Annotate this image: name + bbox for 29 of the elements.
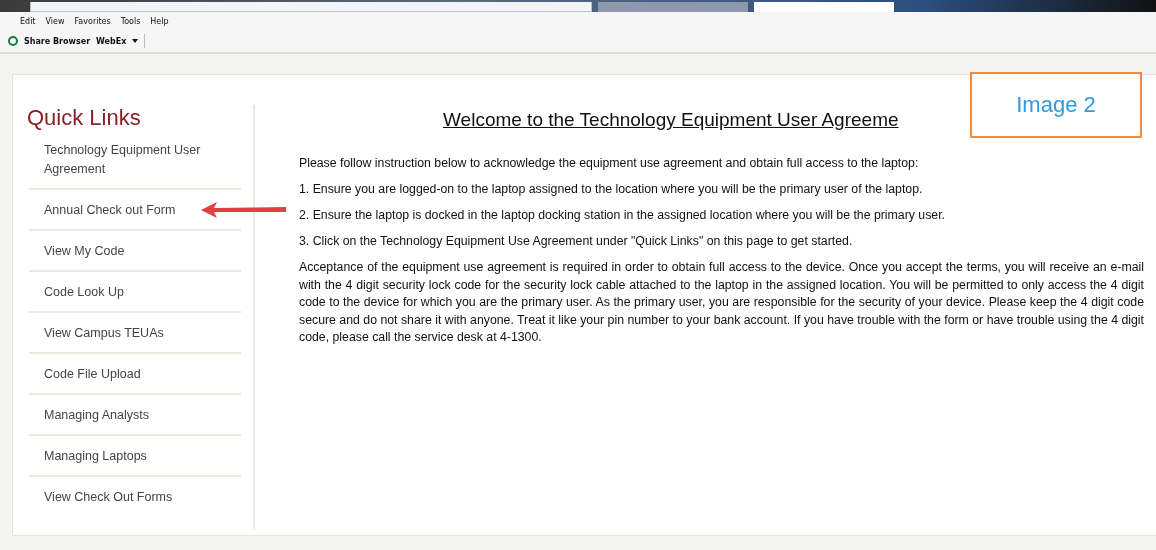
body-paragraph: Acceptance of the equipment use agreement is required in order to obtain full access to the device. Once you accept the terms, you will receive an e-mail with the 4 digit security lock code for the security lock cable attached to the laptop in the assigned location. You will be permitted to only access the 4 digit code to the device for which you are the primary user. As the primary user, you are responsible for the security of your device. Please keep the 4 digit code secure and do not share it with anyone. Treat it like your pin number to your bank account. If you have trouble with the form or have trouble using the 4 digit code, please call the service desk at 4-1300. xyxy=(299,259,1144,346)
page-heading: Welcome to the Technology Equipment User Agreeme xyxy=(443,109,900,131)
sidebar-link[interactable]: View Check Out Forms xyxy=(44,488,173,507)
sidebar-link[interactable]: View My Code xyxy=(44,242,125,261)
sidebar-link[interactable]: View Campus TEUAs xyxy=(44,324,164,343)
webex-button[interactable]: WebEx xyxy=(96,36,127,46)
sidebar-link[interactable]: Technology Equipment User Agreement xyxy=(44,141,233,179)
share-browser-button[interactable]: Share Browser xyxy=(24,36,91,46)
intro-text: Please follow instruction below to acknowledge the equipment use agreement and obtain full access to the laptop: xyxy=(299,155,920,172)
step-text: 3. Click on the Technology Equipment Use Agreement under "Quick Links" on this page to get started. xyxy=(299,233,854,250)
arrow-icon xyxy=(201,200,287,219)
menu-item[interactable]: Tools xyxy=(116,17,147,31)
caret-icon[interactable] xyxy=(132,39,139,43)
menu-item[interactable]: Help xyxy=(146,17,175,31)
sidebar-title: Quick Links xyxy=(27,105,142,131)
menu-item[interactable]: Favorites xyxy=(70,17,117,31)
sidebar-link[interactable]: Managing Laptops xyxy=(44,447,147,466)
sidebar-link[interactable]: Code File Upload xyxy=(44,365,141,384)
menu-item[interactable]: View xyxy=(41,17,71,31)
browser-tab[interactable] xyxy=(754,2,894,12)
sidebar-link[interactable]: Code Look Up xyxy=(44,283,124,302)
sidebar-link[interactable]: Annual Check out Form xyxy=(44,201,176,220)
menu-item[interactable]: Edit xyxy=(16,17,42,31)
step-text: 2. Ensure the laptop is docked in the laptop docking station in the assigned location where you will be the primary user. xyxy=(299,207,946,224)
image-label: Image 2 xyxy=(970,72,1142,138)
sidebar-link[interactable]: Managing Analysts xyxy=(44,406,149,425)
browser-tab[interactable] xyxy=(598,2,748,12)
share-icon xyxy=(8,36,18,46)
step-text: 1. Ensure you are logged-on to the laptop assigned to the location where you will be the primary user of the laptop. xyxy=(299,181,924,198)
